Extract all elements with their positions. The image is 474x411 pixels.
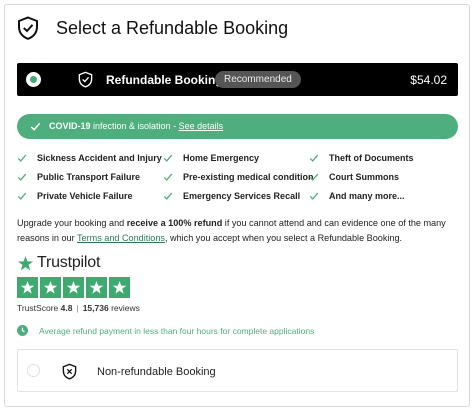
- feature-label: Pre-existing medical condition: [183, 172, 314, 182]
- check-icon: [17, 154, 27, 162]
- check-icon: [30, 122, 41, 131]
- feature-label: Public Transport Failure: [37, 172, 141, 182]
- feature-item: And many more...: [309, 191, 405, 201]
- check-icon: [163, 173, 173, 181]
- feature-label: Sickness Accident and Injury: [37, 153, 162, 163]
- terms-link[interactable]: Terms and Conditions: [77, 233, 165, 243]
- feature-item: Theft of Documents: [309, 153, 414, 163]
- rating-star: [109, 277, 130, 298]
- feature-label: Private Vehicle Failure: [37, 191, 133, 201]
- non-refundable-radio[interactable]: [27, 364, 40, 377]
- desc-bold: receive a 100% refund: [126, 218, 223, 228]
- check-icon: [309, 154, 319, 162]
- rating-star: [17, 277, 38, 298]
- avg-refund-text: Average refund payment in less than four…: [39, 325, 315, 336]
- divider: |: [76, 303, 79, 313]
- check-icon: [163, 192, 173, 200]
- feature-item: Emergency Services Recall: [163, 191, 300, 201]
- recommended-badge: Recommended: [215, 71, 301, 88]
- shield-check-icon: [18, 16, 38, 40]
- feature-label: And many more...: [329, 191, 405, 201]
- covid-bold: COVID-19: [49, 121, 91, 131]
- page-title: Select a Refundable Booking: [56, 17, 289, 38]
- feature-item: Home Emergency: [163, 153, 259, 163]
- shield-x-icon: [62, 363, 77, 380]
- covid-desc: infection & isolation -: [90, 121, 179, 131]
- trustscore-line: TrustScore 4.8 | 15,736 reviews: [17, 303, 140, 313]
- check-icon: [17, 173, 27, 181]
- non-refundable-option[interactable]: Non-refundable Booking: [17, 349, 458, 392]
- check-icon: [309, 173, 319, 181]
- check-icon: [163, 154, 173, 162]
- refundable-title: Refundable Booking: [106, 73, 223, 87]
- feature-item: Court Summons: [309, 172, 399, 182]
- non-refundable-title: Non-refundable Booking: [97, 366, 216, 378]
- feature-label: Theft of Documents: [329, 153, 414, 163]
- check-icon: [17, 192, 27, 200]
- star-icon: [17, 255, 34, 270]
- trustpilot-name: Trustpilot: [37, 254, 101, 271]
- refundable-price: $54.02: [410, 73, 447, 87]
- review-count: 15,736: [82, 303, 109, 313]
- trustpilot-logo: Trustpilot: [17, 254, 100, 272]
- trustscore-value: 4.8: [60, 303, 73, 313]
- star-icon: [43, 280, 58, 294]
- desc-part3: , which you accept when you select a Ref…: [164, 232, 403, 243]
- check-icon: [309, 192, 319, 200]
- feature-label: Court Summons: [329, 172, 400, 182]
- feature-item: Sickness Accident and Injury: [17, 153, 162, 163]
- covid-banner: COVID-19 infection & isolation - See det…: [17, 114, 458, 139]
- star-icon: [112, 280, 127, 294]
- refund-description: Upgrade your booking and receive a 100% …: [17, 216, 458, 245]
- trustscore-label: TrustScore: [17, 303, 59, 313]
- feature-item: Public Transport Failure: [17, 172, 140, 182]
- desc-part1: Upgrade your booking and: [17, 218, 127, 228]
- refundable-radio[interactable]: [26, 72, 41, 87]
- panel-header: Select a Refundable Booking: [17, 16, 288, 40]
- star-icon: [20, 280, 35, 294]
- rating-star: [40, 277, 61, 298]
- refundable-booking-option[interactable]: Refundable Booking Recommended $54.02: [17, 63, 458, 96]
- star-icon: [66, 280, 81, 294]
- rating-star: [63, 277, 84, 298]
- feature-label: Home Emergency: [183, 153, 260, 163]
- feature-item: Pre-existing medical condition: [163, 172, 314, 182]
- clock-icon: [17, 325, 28, 336]
- covid-text: COVID-19 infection & isolation - See det…: [49, 121, 223, 131]
- trustpilot-rating: [17, 277, 130, 298]
- shield-check-icon: [78, 71, 93, 88]
- star-icon: [89, 280, 104, 294]
- avg-refund-note: Average refund payment in less than four…: [17, 325, 314, 336]
- reviews-label: reviews: [111, 303, 140, 313]
- rating-star: [86, 277, 107, 298]
- see-details-link[interactable]: See details: [179, 121, 224, 131]
- feature-label: Emergency Services Recall: [183, 191, 301, 201]
- feature-item: Private Vehicle Failure: [17, 191, 133, 201]
